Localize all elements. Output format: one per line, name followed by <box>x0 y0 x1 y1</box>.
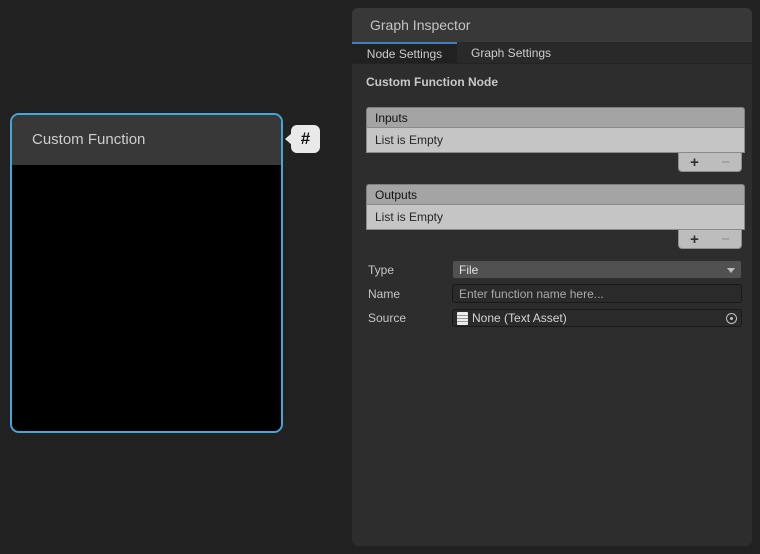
inputs-list: Inputs List is Empty + − <box>366 107 745 173</box>
type-dropdown-value: File <box>459 263 478 277</box>
node-settings-badge[interactable]: # <box>291 125 320 153</box>
tab-graph-settings[interactable]: Graph Settings <box>457 42 565 63</box>
tab-graph-settings-label: Graph Settings <box>471 46 551 60</box>
source-object-field[interactable]: None (Text Asset) <box>452 309 742 327</box>
inputs-list-footer: + − <box>678 153 742 172</box>
tab-node-settings-label: Node Settings <box>367 47 442 61</box>
inputs-list-title: Inputs <box>375 111 408 125</box>
node-body <box>12 165 281 431</box>
function-name-input[interactable] <box>452 284 742 303</box>
chevron-down-icon <box>727 268 735 273</box>
inputs-add-button[interactable]: + <box>690 155 699 170</box>
outputs-list-title: Outputs <box>375 188 417 202</box>
inspector-tabbar: Node Settings Graph Settings <box>352 42 752 64</box>
graph-canvas[interactable]: Custom Function # Graph Inspector Node S… <box>0 0 760 554</box>
type-dropdown[interactable]: File <box>452 260 742 279</box>
outputs-add-button[interactable]: + <box>690 232 699 247</box>
inputs-list-footer-row: + − <box>366 153 745 173</box>
node-title[interactable]: Custom Function <box>12 115 281 165</box>
inspector-content: Custom Function Node Inputs List is Empt… <box>352 75 752 327</box>
custom-function-node[interactable]: Custom Function <box>10 113 283 433</box>
text-asset-icon <box>457 312 468 325</box>
source-row: Source None (Text Asset) <box>352 308 752 327</box>
outputs-list-footer: + − <box>678 230 742 249</box>
type-label: Type <box>368 263 452 277</box>
source-object-value: None (Text Asset) <box>472 311 567 325</box>
node-settings-form: Type File Name Source <box>352 260 752 327</box>
name-label: Name <box>368 287 452 301</box>
badge-tail-pointer <box>285 133 292 145</box>
panel-header[interactable]: Graph Inspector <box>352 8 752 42</box>
inputs-list-body: List is Empty <box>366 127 745 153</box>
graph-inspector-panel: Graph Inspector Node Settings Graph Sett… <box>352 8 752 546</box>
object-picker-icon[interactable] <box>726 313 737 324</box>
inputs-list-header: Inputs <box>366 107 745 127</box>
outputs-remove-button[interactable]: − <box>721 232 730 247</box>
outputs-empty-label: List is Empty <box>375 210 443 224</box>
type-row: Type File <box>352 260 752 279</box>
tab-node-settings[interactable]: Node Settings <box>352 42 457 63</box>
inputs-empty-label: List is Empty <box>375 133 443 147</box>
node-type-heading: Custom Function Node <box>366 75 752 89</box>
source-label: Source <box>368 311 452 325</box>
panel-title: Graph Inspector <box>370 17 470 33</box>
hash-icon: # <box>301 129 310 149</box>
outputs-list-header: Outputs <box>366 184 745 204</box>
outputs-list-body: List is Empty <box>366 204 745 230</box>
inputs-remove-button[interactable]: − <box>721 155 730 170</box>
outputs-list: Outputs List is Empty + − <box>366 184 745 250</box>
outputs-list-footer-row: + − <box>366 230 745 250</box>
name-row: Name <box>352 284 752 303</box>
